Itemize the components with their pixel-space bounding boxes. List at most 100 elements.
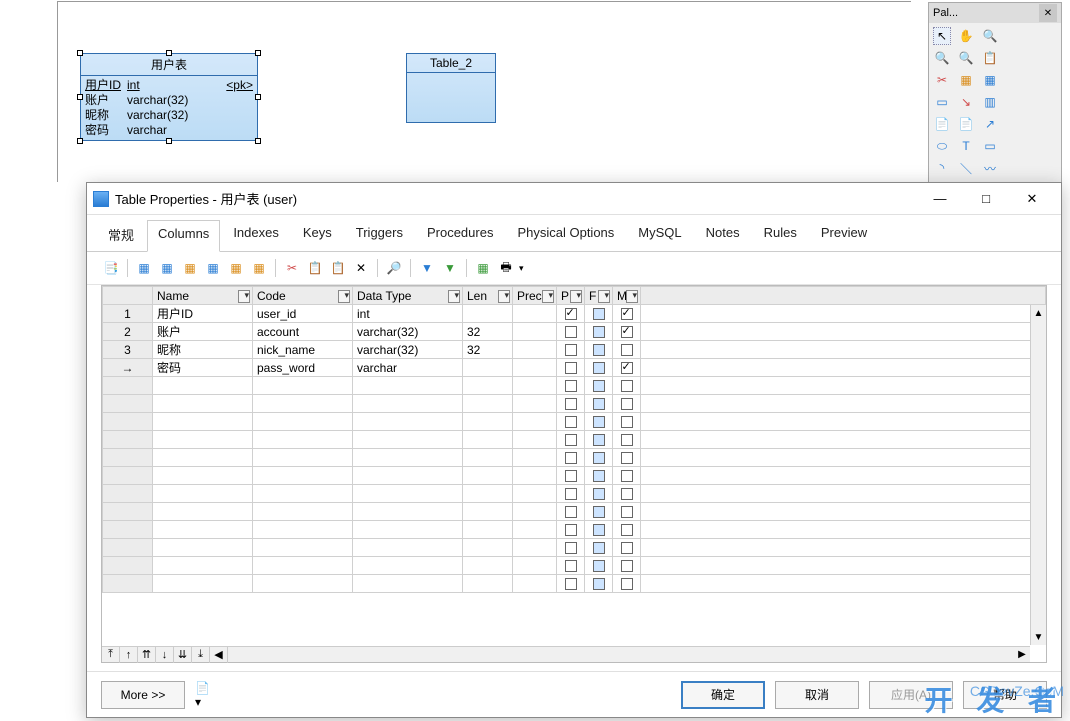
- zoom-in-icon[interactable]: 🔍: [981, 27, 999, 45]
- column-header-code[interactable]: Code: [253, 287, 353, 305]
- pill-icon[interactable]: ⬭: [933, 137, 951, 155]
- row-header[interactable]: [103, 287, 153, 305]
- checkbox[interactable]: [593, 362, 605, 374]
- table-row[interactable]: [103, 503, 1046, 521]
- resize-handle[interactable]: [255, 94, 261, 100]
- properties-icon[interactable]: 📋: [981, 49, 999, 67]
- checkbox[interactable]: [593, 524, 605, 536]
- cancel-button[interactable]: 取消: [775, 681, 859, 709]
- checkbox[interactable]: [621, 308, 633, 320]
- checkbox[interactable]: [565, 524, 577, 536]
- col3-icon[interactable]: ▦: [226, 258, 246, 278]
- tab-triggers[interactable]: Triggers: [345, 219, 414, 251]
- checkbox[interactable]: [621, 452, 633, 464]
- resize-handle[interactable]: [166, 50, 172, 56]
- checkbox[interactable]: [621, 380, 633, 392]
- checkbox[interactable]: [593, 308, 605, 320]
- checkbox[interactable]: [593, 506, 605, 518]
- checkbox[interactable]: [565, 380, 577, 392]
- tab-preview[interactable]: Preview: [810, 219, 878, 251]
- checkbox[interactable]: [593, 434, 605, 446]
- close-button[interactable]: ✕: [1009, 187, 1055, 211]
- table-row[interactable]: [103, 485, 1046, 503]
- checkbox[interactable]: [565, 470, 577, 482]
- table-row[interactable]: [103, 377, 1046, 395]
- table-row[interactable]: [103, 539, 1046, 557]
- checkbox[interactable]: [593, 326, 605, 338]
- move-top-icon[interactable]: ⤒: [102, 647, 120, 663]
- resize-handle[interactable]: [77, 50, 83, 56]
- entity-user-table[interactable]: 用户表 用户IDint<pk> 账户varchar(32) 昵称varchar(…: [80, 53, 258, 141]
- apply-button[interactable]: 应用(A): [869, 681, 953, 709]
- checkbox[interactable]: [621, 578, 633, 590]
- table-row[interactable]: [103, 449, 1046, 467]
- print-icon[interactable]: 🖶: [496, 258, 516, 278]
- move-bottom-icon[interactable]: ⇊: [174, 647, 192, 663]
- close-icon[interactable]: ✕: [1039, 4, 1057, 22]
- col4-icon[interactable]: ▦: [249, 258, 269, 278]
- checkbox[interactable]: [621, 398, 633, 410]
- checkbox[interactable]: [621, 560, 633, 572]
- scroll-left-icon[interactable]: ◀: [210, 647, 228, 663]
- col1-icon[interactable]: ▦: [180, 258, 200, 278]
- checkbox[interactable]: [621, 488, 633, 500]
- more-button[interactable]: More >>: [101, 681, 185, 709]
- arc-icon[interactable]: ◝: [933, 159, 951, 177]
- column-header-length[interactable]: Len: [463, 287, 513, 305]
- checkbox[interactable]: [593, 470, 605, 482]
- delete-icon[interactable]: ✕: [351, 258, 371, 278]
- horizontal-scrollbar[interactable]: ⤒ ↑ ⇈ ↓ ⇊ ⤓ ◀ ▶: [102, 646, 1030, 662]
- text-icon[interactable]: T: [957, 137, 975, 155]
- table-row[interactable]: [103, 413, 1046, 431]
- resize-handle[interactable]: [77, 138, 83, 144]
- link-icon[interactable]: ↗: [981, 115, 999, 133]
- checkbox[interactable]: [593, 542, 605, 554]
- move-down-icon[interactable]: ↓: [156, 647, 174, 663]
- column-header-p[interactable]: P: [557, 287, 585, 305]
- table-icon[interactable]: ▦: [981, 71, 999, 89]
- column-header-datatype[interactable]: Data Type: [353, 287, 463, 305]
- tab-常规[interactable]: 常规: [97, 219, 145, 251]
- checkbox[interactable]: [621, 344, 633, 356]
- hand-icon[interactable]: ✋: [957, 27, 975, 45]
- tool-palette[interactable]: Pal... ✕ ↖ ✋ 🔍 🔍 🔍 📋 ✂ ▦ ▦ ▭ ↘ ▥ 📄 📄 ↗: [928, 2, 1062, 186]
- reference-icon[interactable]: ↘: [957, 93, 975, 111]
- pointer-icon[interactable]: ↖: [933, 27, 951, 45]
- zoom-fit-icon[interactable]: 🔍: [957, 49, 975, 67]
- tab-indexes[interactable]: Indexes: [222, 219, 290, 251]
- checkbox[interactable]: [565, 560, 577, 572]
- view-icon[interactable]: ▭: [933, 93, 951, 111]
- help-button[interactable]: 帮助: [963, 681, 1047, 709]
- checkbox[interactable]: [621, 416, 633, 428]
- package-icon[interactable]: ▦: [957, 71, 975, 89]
- table-row[interactable]: [103, 431, 1046, 449]
- find-icon[interactable]: 🔎: [384, 258, 404, 278]
- vertical-scrollbar[interactable]: ▲ ▼: [1030, 305, 1046, 645]
- checkbox[interactable]: [565, 578, 577, 590]
- tab-keys[interactable]: Keys: [292, 219, 343, 251]
- checkbox[interactable]: [593, 398, 605, 410]
- tab-procedures[interactable]: Procedures: [416, 219, 504, 251]
- checkbox[interactable]: [621, 326, 633, 338]
- cut-icon[interactable]: ✂: [933, 71, 951, 89]
- column-header-name[interactable]: Name: [153, 287, 253, 305]
- minimize-button[interactable]: —: [917, 187, 963, 211]
- tab-physical-options[interactable]: Physical Options: [506, 219, 625, 251]
- column-header-precision[interactable]: Prec: [513, 287, 557, 305]
- checkbox[interactable]: [565, 344, 577, 356]
- filter-icon[interactable]: ▼: [417, 258, 437, 278]
- move-bottom2-icon[interactable]: ⤓: [192, 647, 210, 663]
- checkbox[interactable]: [565, 434, 577, 446]
- table-row[interactable]: [103, 575, 1046, 593]
- table-row[interactable]: 3昵称nick_namevarchar(32)32: [103, 341, 1046, 359]
- checkbox[interactable]: [621, 470, 633, 482]
- checkbox[interactable]: [565, 452, 577, 464]
- checkbox[interactable]: [593, 488, 605, 500]
- polyline-icon[interactable]: 〰: [981, 159, 999, 177]
- checkbox[interactable]: [593, 416, 605, 428]
- options-icon[interactable]: 📄▾: [195, 685, 215, 705]
- procedure-icon[interactable]: ▥: [981, 93, 999, 111]
- resize-handle[interactable]: [166, 138, 172, 144]
- move-up-icon[interactable]: ↑: [120, 647, 138, 663]
- checkbox[interactable]: [621, 542, 633, 554]
